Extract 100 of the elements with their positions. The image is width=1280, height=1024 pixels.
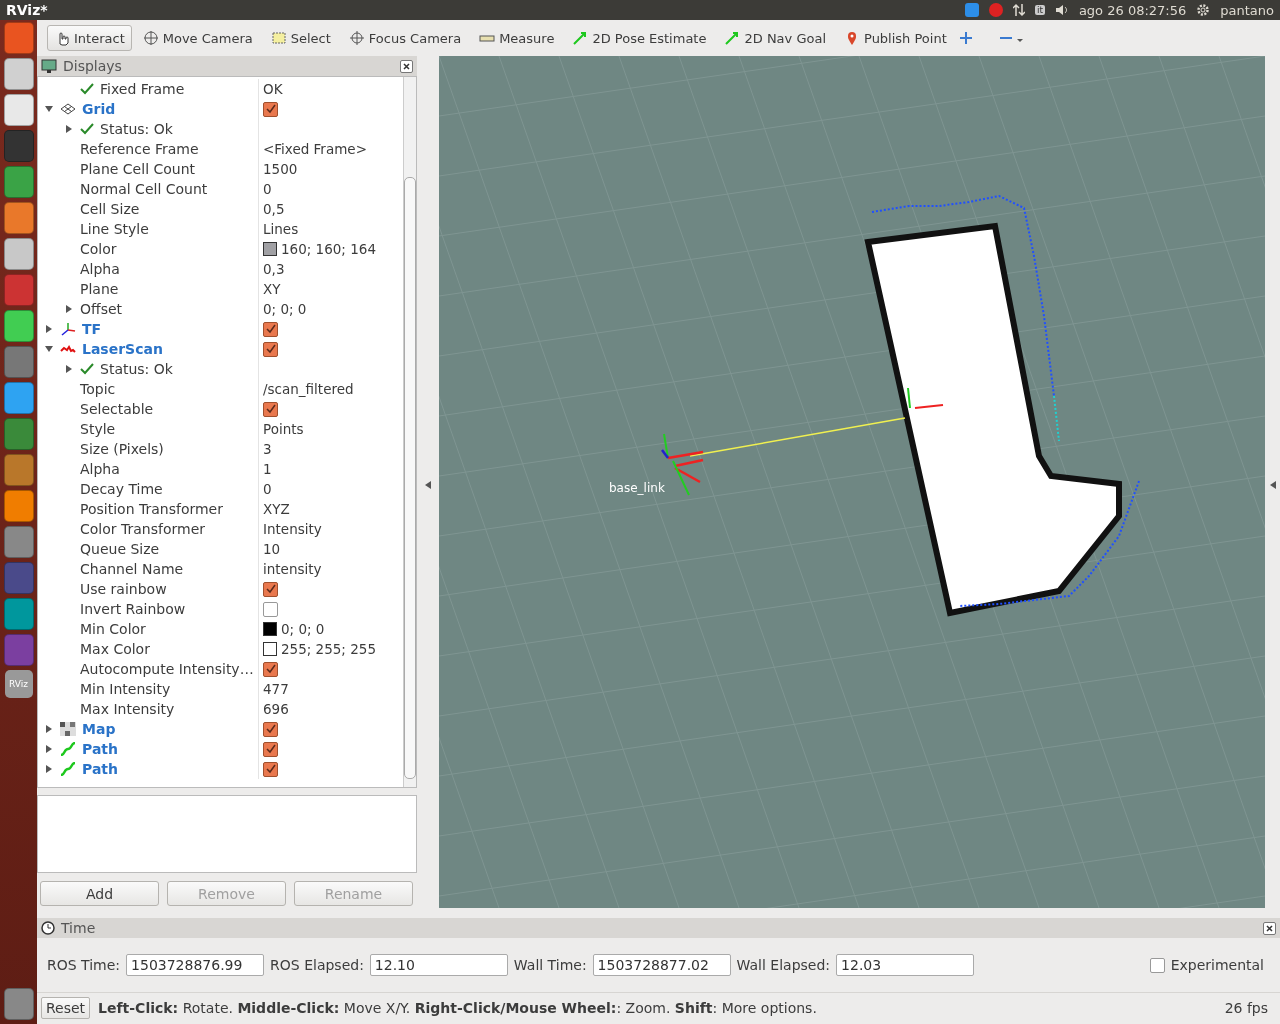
- checkbox[interactable]: [263, 741, 278, 757]
- tool-button[interactable]: Interact: [47, 25, 132, 51]
- trash-icon[interactable]: [3, 988, 34, 1020]
- checkbox[interactable]: [263, 341, 278, 357]
- collapse-left-icon[interactable]: [425, 480, 431, 489]
- property-value: 160; 160; 164: [281, 241, 376, 257]
- network-icon[interactable]: [1012, 3, 1025, 17]
- close-icon[interactable]: [400, 59, 413, 73]
- collapse-right-icon[interactable]: [1269, 480, 1276, 489]
- 3d-viewport[interactable]: base_link: [439, 56, 1265, 908]
- checkbox[interactable]: [263, 661, 278, 677]
- tool-button[interactable]: 2D Nav Goal: [717, 25, 833, 51]
- expand-arrow-icon[interactable]: [45, 745, 53, 753]
- tool-button[interactable]: Publish Point: [837, 25, 954, 51]
- scrollbar-thumb[interactable]: [404, 177, 416, 779]
- property-name: Invert Rainbow: [80, 601, 186, 617]
- time-field[interactable]: 12.10: [369, 954, 508, 976]
- property-name: Decay Time: [80, 481, 163, 497]
- property-name: Color Transformer: [80, 521, 205, 537]
- app-icon[interactable]: [3, 202, 34, 234]
- tool-button[interactable]: 2D Pose Estimate: [565, 25, 714, 51]
- property-value: 10: [263, 541, 281, 557]
- property-value: 0; 0; 0: [263, 301, 307, 317]
- property-name: Autocompute Intensity…: [80, 661, 254, 677]
- app-icon[interactable]: [3, 94, 34, 126]
- app-icon[interactable]: [3, 310, 34, 342]
- display-name[interactable]: LaserScan: [82, 341, 163, 357]
- checkbox[interactable]: [263, 101, 278, 117]
- add-icon[interactable]: [957, 30, 974, 46]
- display-name[interactable]: Map: [82, 721, 116, 737]
- property-value: Intensity: [263, 521, 322, 537]
- display-name[interactable]: Grid: [82, 101, 116, 117]
- scrollbar[interactable]: [403, 77, 416, 787]
- expand-arrow-icon[interactable]: [45, 725, 53, 733]
- help-text: Left-Click: Rotate. Middle-Click: Move X/Y. Right-Click/Mouse Wheel:: Zoom. Shift: More options.: [98, 1000, 818, 1016]
- time-field[interactable]: 1503728877.02: [592, 954, 731, 976]
- property-name: Offset: [80, 301, 123, 317]
- settings-icon[interactable]: [1196, 3, 1211, 17]
- tool-button[interactable]: Select: [263, 25, 338, 51]
- app-icon[interactable]: [3, 382, 34, 414]
- property-value: 696: [263, 701, 289, 717]
- checkbox[interactable]: [263, 321, 278, 337]
- checkbox[interactable]: [263, 601, 278, 617]
- expand-arrow-icon[interactable]: [45, 325, 53, 333]
- grid-icon: [60, 102, 76, 116]
- expand-arrow-icon[interactable]: [65, 305, 73, 313]
- check-icon: [80, 363, 94, 375]
- tool-button[interactable]: Measure: [472, 25, 562, 51]
- field-label: Wall Time:: [513, 957, 587, 973]
- tool-button[interactable]: Move Camera: [135, 25, 260, 51]
- app-icon[interactable]: [3, 598, 34, 630]
- checkbox[interactable]: [1149, 957, 1165, 973]
- status-label: Status: Ok: [100, 121, 173, 137]
- keyboard-layout[interactable]: it: [1034, 5, 1045, 15]
- volume-icon[interactable]: [1054, 4, 1069, 16]
- expand-arrow-icon[interactable]: [65, 365, 73, 373]
- property-name: Plane: [80, 281, 119, 297]
- app-icon[interactable]: [3, 238, 34, 270]
- check-icon: [80, 83, 94, 95]
- display-name[interactable]: Path: [82, 761, 118, 777]
- crosshair-icon: [348, 30, 365, 46]
- property-value: 0,5: [263, 201, 285, 217]
- checkbox-label: Experimental: [1170, 957, 1264, 973]
- checkbox[interactable]: [263, 761, 278, 777]
- checkbox[interactable]: [263, 581, 278, 597]
- checkbox[interactable]: [263, 721, 278, 737]
- property-value: 255; 255; 255: [281, 641, 376, 657]
- collapse-arrow-icon[interactable]: [45, 345, 53, 353]
- property-name: Cell Size: [80, 201, 140, 217]
- field-label: ROS Time:: [47, 957, 121, 973]
- property-name: Min Intensity: [80, 681, 171, 697]
- frame-label: base_link: [609, 481, 665, 495]
- property-value: 0: [263, 481, 272, 497]
- clock[interactable]: ago 26 08:27:56: [1078, 2, 1187, 18]
- path-icon: [60, 762, 76, 776]
- time-field[interactable]: 1503728876.99: [126, 954, 265, 976]
- close-icon[interactable]: [1263, 921, 1276, 935]
- display-name[interactable]: Path: [82, 741, 118, 757]
- property-value: 1500: [263, 161, 298, 177]
- app-icon[interactable]: [3, 490, 34, 522]
- display-name[interactable]: TF: [82, 321, 102, 337]
- user-name[interactable]: pantano: [1220, 2, 1274, 18]
- tool-button[interactable]: Focus Camera: [341, 25, 469, 51]
- property-name: Max Color: [80, 641, 150, 657]
- collapse-arrow-icon[interactable]: [45, 105, 53, 113]
- property-name: Topic: [80, 381, 116, 397]
- property-name: Alpha: [80, 261, 120, 277]
- checkbox[interactable]: [263, 401, 278, 417]
- app-icon[interactable]: [3, 58, 34, 90]
- property-value: XYZ: [263, 501, 290, 517]
- time-field[interactable]: 12.03: [836, 954, 975, 976]
- status-label: Status: Ok: [100, 361, 173, 377]
- expand-arrow-icon[interactable]: [65, 125, 73, 133]
- expand-arrow-icon[interactable]: [45, 765, 53, 773]
- reset-button[interactable]: Reset: [41, 997, 91, 1019]
- arrow-icon: [572, 30, 589, 46]
- status-label: Fixed Frame: [100, 81, 185, 97]
- panel-title: Time: [61, 920, 96, 936]
- property-value: 477: [263, 681, 289, 697]
- panel-button[interactable]: Add: [40, 881, 159, 906]
